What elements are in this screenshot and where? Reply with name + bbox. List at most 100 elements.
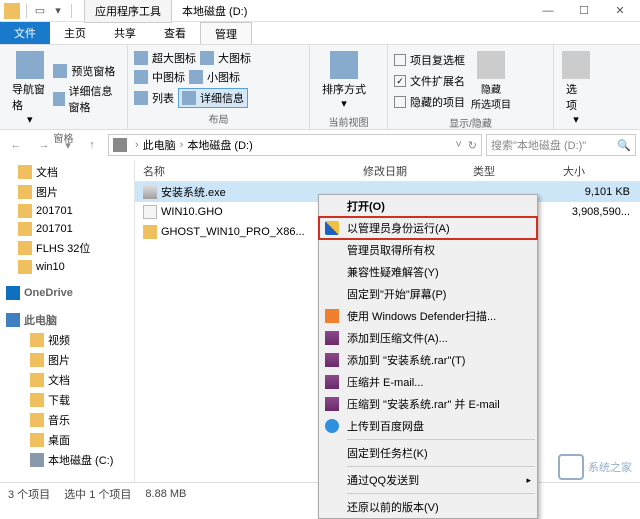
status-item-count: 3 个项目 [8,486,50,502]
view-icon [134,51,148,65]
menu-file[interactable]: 文件 [0,22,50,44]
tree-onedrive[interactable]: OneDrive [0,284,134,302]
nav-pane-button[interactable]: 导航窗格 ▾ [6,49,53,128]
chevron-down-icon: ▾ [27,113,33,126]
up-button[interactable]: ↑ [80,133,104,157]
tree-downloads[interactable]: 下载 [0,390,134,410]
chevron-down-icon[interactable]: ˅ [455,139,461,151]
file-extensions-toggle[interactable]: ✓文件扩展名 [394,73,465,89]
label: 详细信息窗格 [69,83,121,115]
folder-icon [30,373,44,387]
ctx-defender[interactable]: 使用 Windows Defender扫描... [319,305,537,327]
breadcrumb-drive[interactable]: 本地磁盘 (D:) [187,137,252,153]
ctx-admin-ownership[interactable]: 管理员取得所有权 [319,239,537,261]
tree-folder[interactable]: win10 [0,258,134,276]
view-large[interactable]: 大图标 [200,50,251,66]
tree-desktop[interactable]: 桌面 [0,430,134,450]
separator [26,4,27,18]
address-bar[interactable]: › 此电脑 › 本地磁盘 (D:) ˅ ↻ [108,134,482,156]
window-title: 本地磁盘 (D:) [182,3,247,19]
ribbon: 导航窗格 ▾ 预览窗格 详细信息窗格 窗格 超大图标 大图标 中图标 小图标 列… [0,45,640,130]
folder-icon [30,413,44,427]
tree-folder[interactable]: FLHS 32位 [0,238,134,258]
details-icon [53,92,64,106]
folder-icon [30,333,44,347]
ctx-add-archive[interactable]: 添加到压缩文件(A)... [319,327,537,349]
view-icon [134,70,148,84]
col-size[interactable]: 大小 [555,163,640,179]
qat-btn[interactable]: ▾ [51,4,65,18]
cloud-icon [325,419,339,433]
menu-view[interactable]: 查看 [150,22,200,44]
ctx-qq[interactable]: 通过QQ发送到▸ [319,469,537,491]
sort-button[interactable]: 排序方式 ▾ [316,49,372,112]
ribbon-group-options: 选项 ▾ [554,45,598,129]
back-button[interactable]: ← [4,133,28,157]
options-button[interactable]: 选项 ▾ [560,49,592,128]
navigation-tree[interactable]: 文档 图片 201701 201701 FLHS 32位 win10 OneDr… [0,160,135,482]
rar-icon [325,397,339,411]
minimize-button[interactable]: — [530,1,566,21]
menu-manage[interactable]: 管理 [200,22,252,44]
maximize-button[interactable]: ☐ [566,1,602,21]
ctx-add-to-rar[interactable]: 添加到 "安装系统.rar"(T) [319,349,537,371]
folder-icon [30,353,44,367]
pc-icon [113,138,127,152]
hidden-items-toggle[interactable]: 隐藏的项目 [394,94,465,110]
qat-btn[interactable]: ▭ [33,4,47,18]
col-modified[interactable]: 修改日期 [355,163,465,179]
separator [347,493,535,494]
tree-drive-c[interactable]: 本地磁盘 (C:) [0,450,134,470]
preview-pane-button[interactable]: 预览窗格 [53,63,121,79]
column-headers: 名称 修改日期 类型 大小 [135,160,640,182]
ctx-restore[interactable]: 还原以前的版本(V) [319,496,537,518]
menu-share[interactable]: 共享 [100,22,150,44]
ctx-rar-email[interactable]: 压缩到 "安装系统.rar" 并 E-mail [319,393,537,415]
details-pane-button[interactable]: 详细信息窗格 [53,83,121,115]
ctx-baidu[interactable]: 上传到百度网盘 [319,415,537,437]
col-type[interactable]: 类型 [465,163,555,179]
titlebar: ▭ ▾ 应用程序工具 本地磁盘 (D:) — ☐ ✕ [0,0,640,22]
view-small[interactable]: 小图标 [189,69,240,85]
ctx-compatibility[interactable]: 兼容性疑难解答(Y) [319,261,537,283]
drive-icon [30,453,44,467]
ctx-run-as-admin[interactable]: 以管理员身份运行(A) [319,217,537,239]
ctx-open[interactable]: 打开(O) [319,195,537,217]
close-button[interactable]: ✕ [602,1,638,21]
defender-icon [325,309,339,323]
history-dropdown[interactable]: ▾ [60,133,76,157]
col-name[interactable]: 名称 [135,163,355,179]
hide-selected-button[interactable]: 隐藏 所选项目 [465,49,517,113]
folder-icon [18,222,32,236]
tree-documents[interactable]: 文档 [0,162,134,182]
rar-icon [325,353,339,367]
tree-folder[interactable]: 201701 [0,202,134,220]
view-medium[interactable]: 中图标 [134,69,185,85]
tree-pictures[interactable]: 图片 [0,182,134,202]
refresh-icon[interactable]: ↻ [468,139,477,152]
group-label: 布局 [134,111,303,126]
tree-this-pc[interactable]: 此电脑 [0,310,134,330]
tree-pictures[interactable]: 图片 [0,350,134,370]
breadcrumb-this-pc[interactable]: 此电脑 [143,137,176,153]
forward-button[interactable]: → [32,133,56,157]
ctx-pin-taskbar[interactable]: 固定到任务栏(K) [319,442,537,464]
ribbon-group-current-view: 排序方式 ▾ 当前视图 [310,45,388,129]
item-checkboxes-toggle[interactable]: 项目复选框 [394,52,465,68]
view-extra-large[interactable]: 超大图标 [134,50,196,66]
tree-folder[interactable]: 201701 [0,220,134,238]
search-input[interactable]: 搜索"本地磁盘 (D:)" 🔍 [486,134,636,156]
ctx-pin-start[interactable]: 固定到"开始"屏幕(P) [319,283,537,305]
tree-music[interactable]: 音乐 [0,410,134,430]
tree-videos[interactable]: 视频 [0,330,134,350]
view-list[interactable]: 列表 [134,88,174,108]
menu-home[interactable]: 主页 [50,22,100,44]
exe-icon [143,185,157,199]
view-details[interactable]: 详细信息 [178,88,248,108]
ctx-email[interactable]: 压缩并 E-mail... [319,371,537,393]
file-size: 9,101 KB [561,186,640,198]
folder-icon [30,433,44,447]
status-size: 8.88 MB [145,488,186,500]
gho-icon [143,205,157,219]
tree-documents[interactable]: 文档 [0,370,134,390]
